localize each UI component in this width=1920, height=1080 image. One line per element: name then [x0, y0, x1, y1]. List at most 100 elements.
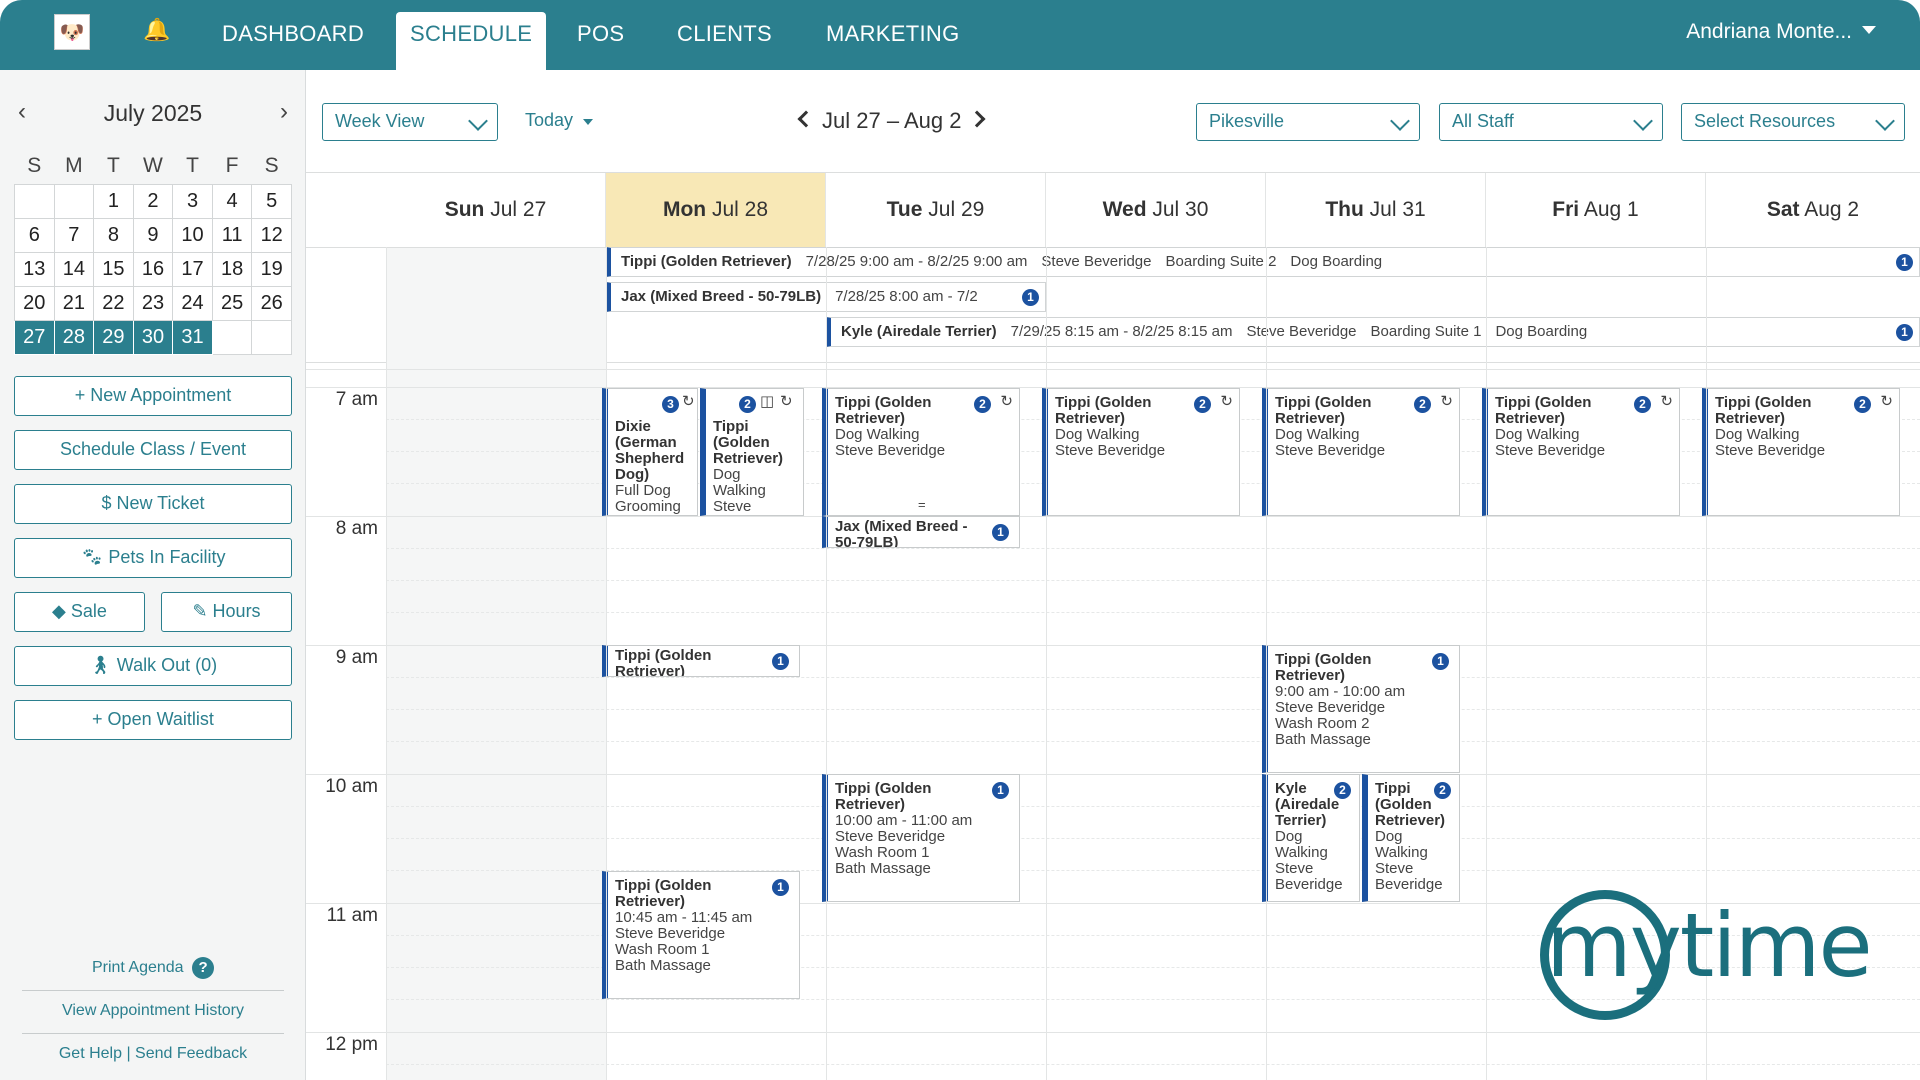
- pets-in-facility-button[interactable]: 🐾︎ Pets In Facility: [14, 538, 292, 578]
- resize-handle-icon[interactable]: =: [918, 497, 926, 513]
- mini-calendar-day[interactable]: 4: [211, 183, 253, 219]
- mini-calendar-day[interactable]: 27: [14, 319, 55, 355]
- mini-calendar-day[interactable]: 28: [53, 319, 95, 355]
- new-appointment-button[interactable]: + New Appointment: [14, 376, 292, 416]
- new-ticket-button[interactable]: $ New Ticket: [14, 484, 292, 524]
- mini-calendar-day[interactable]: 3: [172, 183, 213, 219]
- mini-calendar-day[interactable]: 13: [14, 251, 55, 287]
- appointment-card[interactable]: 2 Kyle (Airedale Terrier) Dog Walking St…: [1262, 774, 1360, 902]
- hours-button[interactable]: ✎ Hours: [161, 592, 292, 632]
- schedule-class-button[interactable]: Schedule Class / Event: [14, 430, 292, 470]
- appointment-card[interactable]: 2 ↻ Tippi (Golden Retriever) Dog Walking …: [1702, 388, 1900, 516]
- mini-calendar-day[interactable]: 24: [172, 285, 213, 321]
- mini-calendar-day[interactable]: 31: [172, 319, 213, 355]
- appointment-when: 7/28/25 9:00 am - 8/2/25 9:00 am: [805, 253, 1028, 270]
- open-waitlist-button[interactable]: + Open Waitlist: [14, 700, 292, 740]
- tab-pos[interactable]: POS: [563, 12, 638, 70]
- mini-calendar-day[interactable]: 23: [132, 285, 174, 321]
- mini-calendar-day[interactable]: 5: [251, 183, 292, 219]
- quarter-hour-line: [386, 580, 1920, 581]
- today-button[interactable]: Today: [525, 110, 594, 131]
- day-header-sun[interactable]: Sun Jul 27: [386, 173, 606, 247]
- appointment-card[interactable]: 2 ↻ Tippi (Golden Retriever) Dog Walking …: [1042, 388, 1240, 516]
- day-header-sat[interactable]: Sat Aug 2: [1706, 173, 1920, 247]
- mini-calendar-day[interactable]: 14: [53, 251, 95, 287]
- count-badge: 2: [1194, 396, 1211, 413]
- walk-out-button[interactable]: 🚶︎ Walk Out (0): [14, 646, 292, 686]
- chevron-left-icon[interactable]: [797, 110, 815, 128]
- mini-calendar-day[interactable]: 19: [251, 251, 292, 287]
- day-header-thu[interactable]: Thu Jul 31: [1266, 173, 1486, 247]
- location-select[interactable]: Pikesville: [1196, 103, 1420, 141]
- day-header-wed[interactable]: Wed Jul 30: [1046, 173, 1266, 247]
- appointment-line: Dog Walking: [1275, 426, 1360, 443]
- get-help-link[interactable]: Get Help: [59, 1045, 122, 1062]
- strip-divider: [306, 369, 1920, 370]
- chevron-right-icon[interactable]: [968, 110, 986, 128]
- appointment-card[interactable]: 1 Jax (Mixed Breed - 50-79LB): [822, 516, 1020, 548]
- appointment-card[interactable]: 1 Tippi (Golden Retriever): [602, 645, 800, 677]
- mini-calendar-day[interactable]: 9: [132, 217, 174, 253]
- appointment-line: Steve Beveridge: [1495, 442, 1606, 459]
- chevron-right-icon[interactable]: ›: [280, 98, 288, 126]
- mini-calendar-day[interactable]: 8: [93, 217, 134, 253]
- view-select[interactable]: Week View: [322, 103, 498, 141]
- business-logo[interactable]: 🐶: [54, 14, 90, 50]
- mini-calendar-day[interactable]: 17: [172, 251, 213, 287]
- tab-schedule[interactable]: SCHEDULE: [396, 12, 547, 70]
- bell-icon[interactable]: 🔔: [143, 17, 170, 43]
- view-appointment-history-link[interactable]: View Appointment History: [0, 1002, 306, 1020]
- mini-calendar-day[interactable]: 18: [211, 251, 253, 287]
- mini-calendar-day[interactable]: 15: [93, 251, 134, 287]
- resources-select[interactable]: Select Resources: [1681, 103, 1905, 141]
- mini-calendar-day[interactable]: 20: [14, 285, 55, 321]
- mini-calendar-day[interactable]: 29: [93, 319, 134, 355]
- mini-calendar-day[interactable]: 21: [53, 285, 95, 321]
- day-header-fri[interactable]: Fri Aug 1: [1486, 173, 1706, 247]
- appointment-card[interactable]: 1 Tippi (Golden Retriever) 9:00 am - 10:…: [1262, 645, 1460, 773]
- help-icon[interactable]: ?: [192, 957, 215, 979]
- mini-calendar-day[interactable]: 26: [251, 285, 292, 321]
- tab-dashboard[interactable]: DASHBOARD: [208, 12, 378, 70]
- cards-icon: ◫: [760, 393, 775, 410]
- mini-calendar-day[interactable]: 25: [211, 285, 253, 321]
- weekday-label: S: [27, 153, 42, 177]
- mini-calendar-day[interactable]: 22: [93, 285, 134, 321]
- mini-calendar-day[interactable]: 10: [172, 217, 213, 253]
- send-feedback-link[interactable]: Send Feedback: [135, 1045, 247, 1062]
- mini-calendar-day[interactable]: 30: [132, 319, 174, 355]
- appointment-card[interactable]: 2 ↻ Tippi (Golden Retriever) Dog Walking …: [822, 388, 1020, 516]
- weekday-label: M: [65, 153, 83, 177]
- appointment-card[interactable]: 1 Tippi (Golden Retriever) 10:00 am - 11…: [822, 774, 1020, 902]
- day-header-mon[interactable]: Mon Jul 28: [606, 173, 826, 247]
- appointment-card[interactable]: 3 ↻ Dixie (German Shepherd Dog) Full Dog …: [602, 388, 698, 516]
- appointment-line: 9:00 am - 10:00 am: [1275, 683, 1406, 700]
- mini-calendar-day[interactable]: 1: [93, 183, 134, 219]
- day-header-tue[interactable]: Tue Jul 29: [826, 173, 1046, 247]
- appointment-card[interactable]: 2 ↻ Tippi (Golden Retriever) Dog Walking …: [1482, 388, 1680, 516]
- multi-day-appointment[interactable]: Tippi (Golden Retriever) 7/28/25 9:00 am …: [606, 247, 1920, 277]
- empty-day-cell: [53, 183, 95, 219]
- mini-calendar-day[interactable]: 16: [132, 251, 174, 287]
- mini-calendar-day[interactable]: 7: [53, 217, 95, 253]
- sale-button[interactable]: ◆ Sale: [14, 592, 145, 632]
- time-label: 8 am: [335, 518, 378, 539]
- multi-day-appointment[interactable]: Kyle (Airedale Terrier) 7/29/25 8:15 am -…: [826, 317, 1920, 347]
- mini-calendar-day[interactable]: 2: [132, 183, 174, 219]
- appointment-card[interactable]: 2 ◫ ↻ Tippi (Golden Retriever) Dog Walking…: [700, 388, 804, 516]
- count-badge: 1: [772, 879, 789, 896]
- appointment-card[interactable]: 1 Tippi (Golden Retriever) 10:45 am - 11…: [602, 871, 800, 999]
- top-nav: 🐶 🔔 DASHBOARD SCHEDULE POS CLIENTS MARKE…: [0, 0, 1920, 70]
- mini-calendar-day[interactable]: 6: [14, 217, 55, 253]
- staff-select[interactable]: All Staff: [1439, 103, 1663, 141]
- quarter-hour-line: [386, 548, 1920, 549]
- mini-calendar-day[interactable]: 12: [251, 217, 292, 253]
- appointment-card[interactable]: 2 Tippi (Golden Retriever) Dog Walking S…: [1362, 774, 1460, 902]
- appointment-card[interactable]: 2 ↻ Tippi (Golden Retriever) Dog Walking …: [1262, 388, 1460, 516]
- mini-calendar-day[interactable]: 11: [211, 217, 253, 253]
- tab-marketing[interactable]: MARKETING: [812, 12, 974, 70]
- quarter-hour-line: [386, 709, 1920, 710]
- user-menu[interactable]: Andriana Monte...: [1686, 20, 1876, 44]
- print-agenda-link[interactable]: Print Agenda: [92, 959, 184, 976]
- tab-clients[interactable]: CLIENTS: [663, 12, 786, 70]
